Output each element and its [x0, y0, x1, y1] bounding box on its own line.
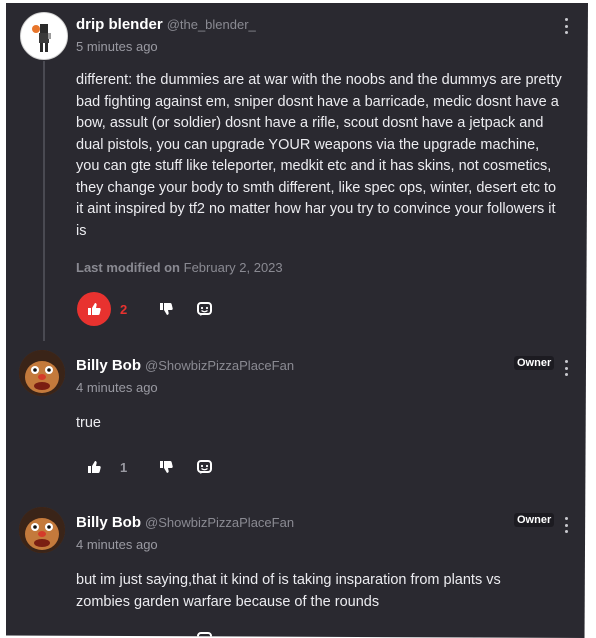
last-modified: Last modified on February 2, 2023: [76, 260, 283, 275]
reply-button[interactable]: [195, 458, 213, 476]
comment-timestamp: 4 minutes ago: [76, 537, 158, 552]
more-options-icon[interactable]: [563, 18, 569, 34]
like-count: 2: [120, 302, 128, 317]
author-name[interactable]: drip blender: [76, 16, 163, 33]
last-modified-label: Last modified on: [76, 260, 180, 275]
avatar[interactable]: [19, 350, 65, 396]
comment: drip blender @the_blender_ 5 minutes ago …: [6, 3, 588, 341]
more-options-icon[interactable]: [563, 517, 569, 533]
author-handle[interactable]: @ShowbizPizzaPlaceFan: [145, 515, 294, 530]
dislike-button[interactable]: [157, 300, 175, 318]
thread-line: [43, 61, 45, 341]
reply-icon: [196, 301, 212, 316]
comment-timestamp: 4 minutes ago: [76, 380, 158, 395]
reply-button[interactable]: [195, 630, 213, 638]
thumbs-down-icon: [160, 461, 173, 473]
dislike-button[interactable]: [157, 458, 175, 476]
like-button[interactable]: [85, 458, 103, 476]
thumbs-up-icon: [88, 303, 101, 315]
comment-timestamp: 5 minutes ago: [76, 39, 158, 54]
more-options-icon[interactable]: [563, 360, 569, 376]
comment-body: but im just saying,that it kind of is ta…: [76, 572, 501, 610]
comment-author[interactable]: drip blender @the_blender_: [76, 16, 256, 33]
reply-icon: [196, 459, 212, 474]
comment-body: different: the dummies are at war with t…: [76, 72, 562, 239]
author-handle[interactable]: @the_blender_: [167, 17, 256, 32]
owner-badge: Owner: [514, 356, 555, 370]
owner-badge: Owner: [514, 513, 555, 527]
comment-body: true: [76, 415, 101, 431]
reply-icon: [196, 631, 212, 638]
reply-button[interactable]: [195, 300, 213, 318]
like-count: 1: [120, 460, 128, 475]
avatar[interactable]: [19, 507, 65, 553]
comments-panel: drip blender @the_blender_ 5 minutes ago …: [6, 3, 588, 638]
author-name[interactable]: Billy Bob: [76, 514, 141, 531]
avatar[interactable]: [20, 12, 68, 60]
thumbs-up-icon: [88, 461, 101, 473]
comment: Billy Bob @ShowbizPizzaPlaceFan Owner 4 m…: [6, 341, 588, 498]
like-button[interactable]: [77, 292, 111, 326]
comment-author[interactable]: Billy Bob @ShowbizPizzaPlaceFan: [76, 514, 294, 531]
author-handle[interactable]: @ShowbizPizzaPlaceFan: [145, 358, 294, 373]
last-modified-date: February 2, 2023: [183, 260, 283, 275]
comment: Billy Bob @ShowbizPizzaPlaceFan Owner 4 m…: [6, 498, 588, 638]
comment-author[interactable]: Billy Bob @ShowbizPizzaPlaceFan: [76, 357, 294, 374]
author-name[interactable]: Billy Bob: [76, 357, 141, 374]
thumbs-down-icon: [160, 303, 173, 315]
